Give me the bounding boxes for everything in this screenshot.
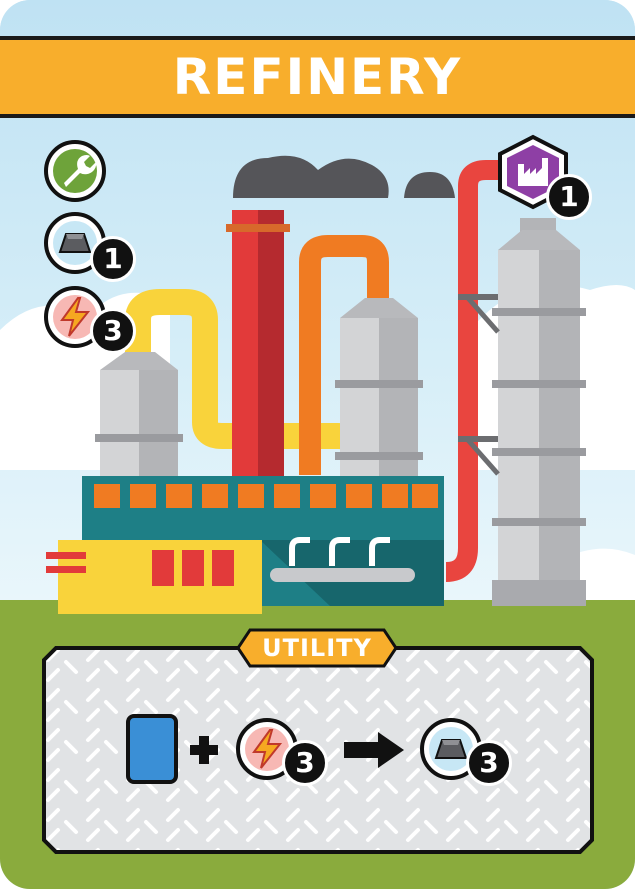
blue-card-icon bbox=[126, 714, 178, 788]
title-banner: REFINERY bbox=[0, 36, 635, 118]
wrench-icon bbox=[42, 138, 108, 208]
arrow-right-icon bbox=[342, 730, 406, 774]
left-tank bbox=[95, 352, 183, 480]
ingot-count-badge: 1 bbox=[90, 236, 136, 282]
red-chimney bbox=[226, 210, 290, 480]
yellow-annex bbox=[46, 540, 262, 614]
utility-label-text: UTILITY bbox=[262, 634, 372, 662]
energy-cost-badge: 3 bbox=[282, 740, 328, 786]
factory-count-badge: 1 bbox=[546, 174, 592, 220]
middle-tank bbox=[335, 298, 423, 478]
smoke-clouds bbox=[233, 155, 455, 198]
card-title: REFINERY bbox=[172, 48, 463, 106]
energy-count-badge: 3 bbox=[90, 308, 136, 354]
ingot-output-badge: 3 bbox=[466, 740, 512, 786]
plus-icon bbox=[188, 734, 220, 770]
refinery-card: REFINERY 1 3 1 UTILITY 3 3 bbox=[0, 0, 635, 889]
